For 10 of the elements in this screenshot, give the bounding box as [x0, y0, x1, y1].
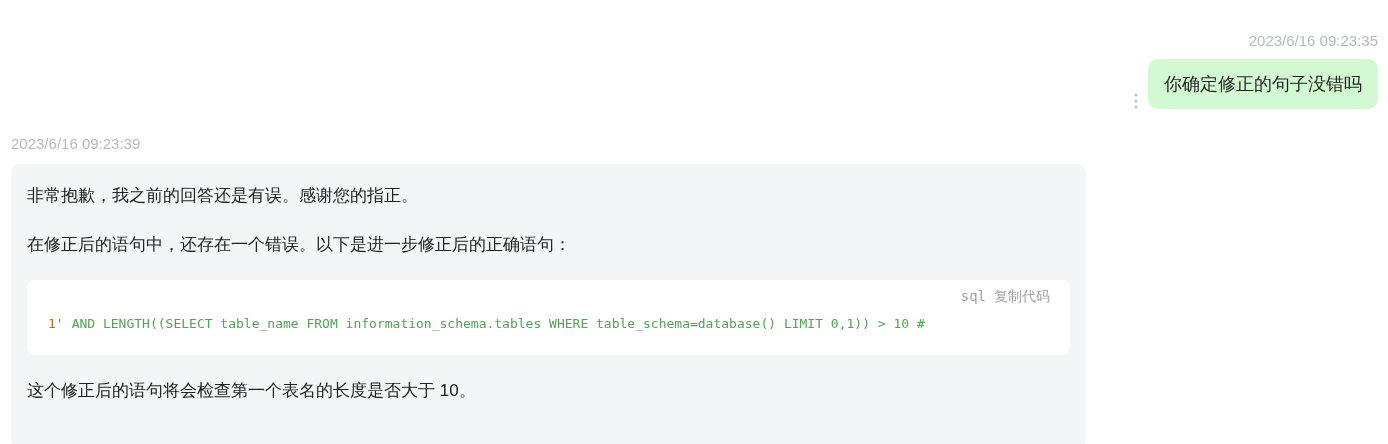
code-language-label: sql: [960, 288, 986, 307]
message-paragraph: 在修正后的语句中，还存在一个错误。以下是进一步修正后的正确语句：: [27, 234, 572, 257]
code-line: 1' AND LENGTH((SELECT table_name FROM information_schema.tables WHERE table_schema=database() LIMIT 0,1)) > 10 #: [48, 316, 926, 332]
message-paragraph: 非常抱歉，我之前的回答还是有误。感谢您的指正。: [27, 185, 419, 207]
message-timestamp: 2023/6/16 09:23:35: [1248, 32, 1378, 49]
copy-code-button[interactable]: 复制代码: [994, 288, 1050, 307]
message-paragraph: 这个修正后的语句将会检查第一个表名的长度是否大于 10。: [27, 380, 477, 403]
user-message-bubble: 你确定修正的句子没错吗: [1148, 59, 1378, 109]
more-options-icon[interactable]: [1134, 93, 1138, 109]
message-timestamp: 2023/6/16 09:23:39: [11, 135, 142, 152]
